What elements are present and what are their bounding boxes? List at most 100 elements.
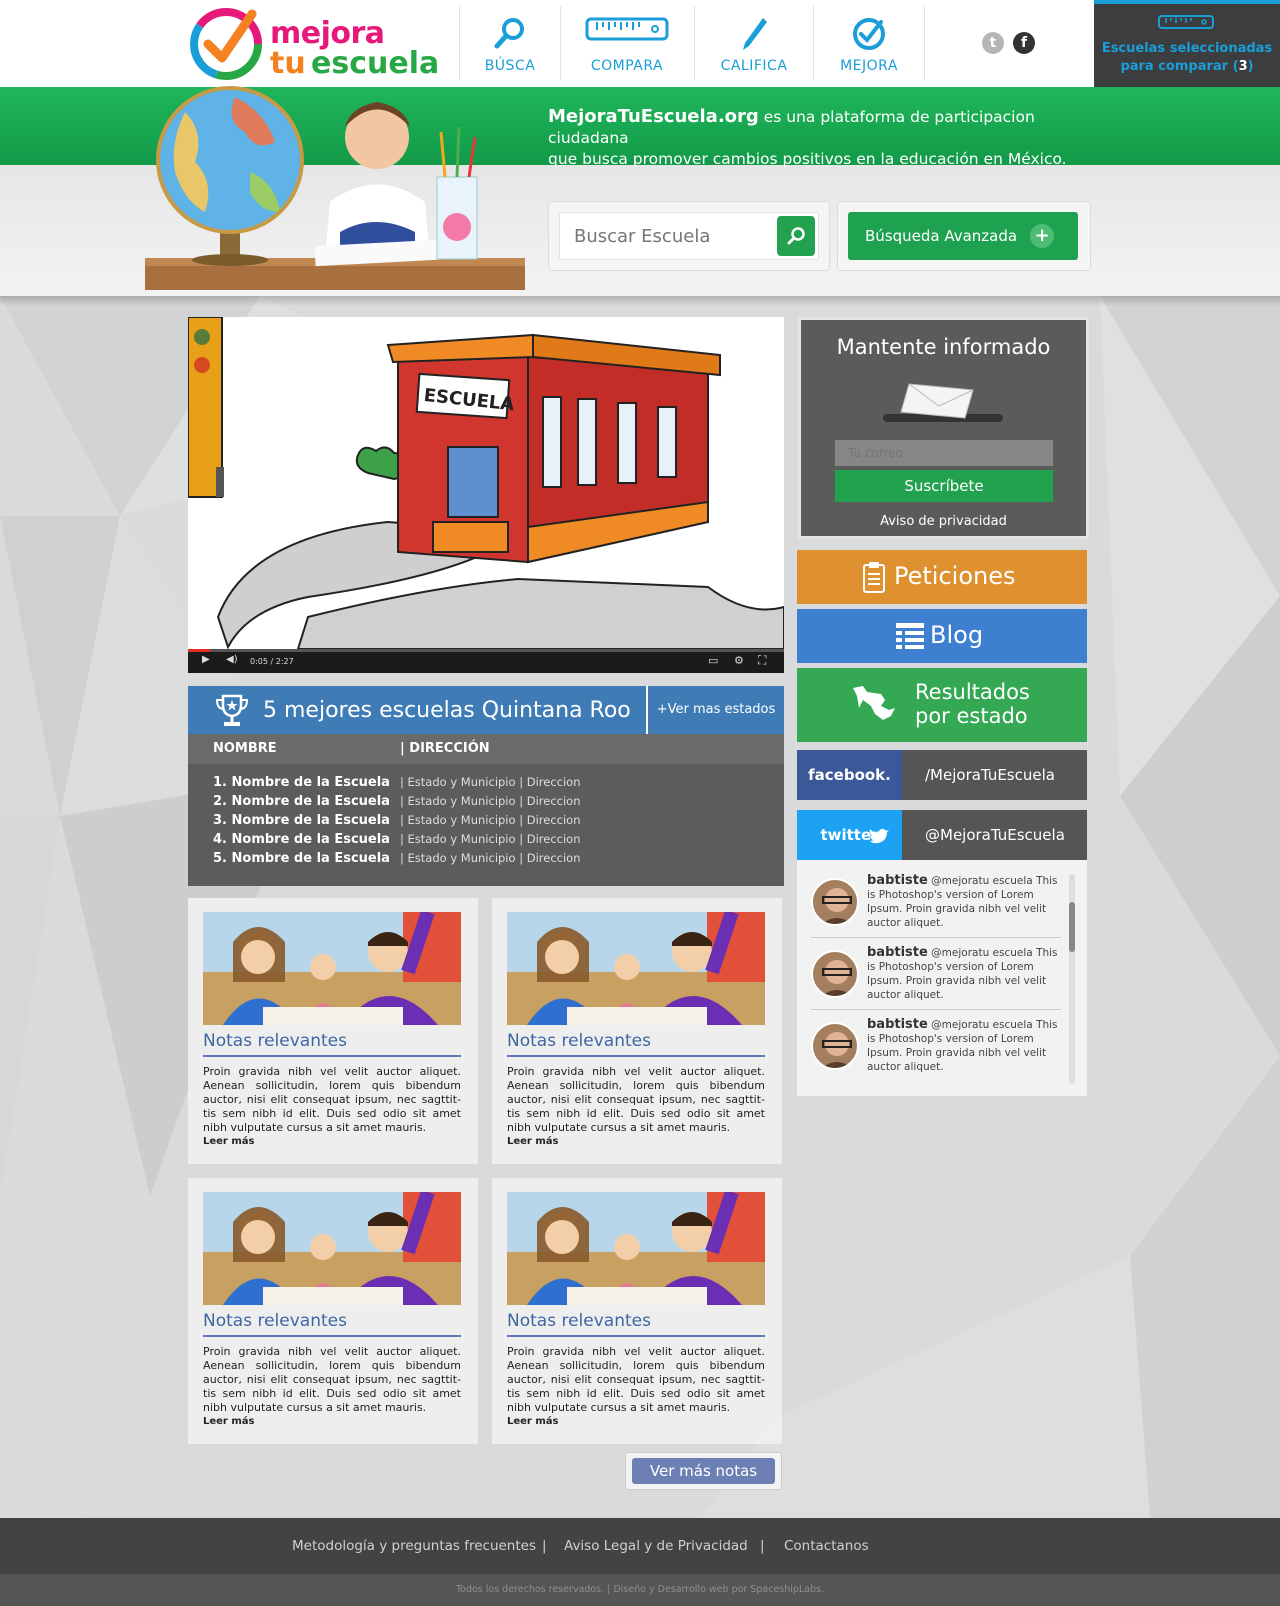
header: mejora tu escuela BÚSCA COMPARA CALIFICA…: [0, 0, 1280, 87]
facebook-icon[interactable]: f: [1013, 32, 1035, 54]
blog-label: Blog: [930, 621, 984, 649]
hero-tagline: MejoraTuEscuela.org es una plataforma de…: [548, 106, 1108, 170]
ranking-row[interactable]: 4. Nombre de la Escuela | Estado y Munici…: [188, 830, 784, 849]
subscribe-button[interactable]: Suscríbete: [835, 470, 1053, 502]
volume-icon[interactable]: ◀): [226, 654, 238, 665]
petitions-label: Peticiones: [894, 562, 1016, 590]
see-more-states-link[interactable]: +Ver mas estados: [646, 686, 784, 734]
play-icon[interactable]: ▶: [202, 654, 210, 665]
note-title[interactable]: Notas relevantes: [507, 1311, 651, 1331]
ranking-header: 5 mejores escuelas Quintana Roo +Ver mas…: [188, 686, 784, 734]
email-field[interactable]: [835, 440, 1053, 466]
video-progress-fill: [188, 649, 211, 652]
note-body: Proin gravida nibh vel velit auctor aliq…: [203, 1345, 461, 1414]
nav-compara[interactable]: COMPARA: [561, 0, 693, 87]
twitter-bar[interactable]: twitter @MejoraTuEscuela: [797, 810, 1087, 860]
avatar-face: [821, 960, 853, 996]
students-photo[interactable]: [203, 912, 461, 1025]
ranking-row[interactable]: 3. Nombre de la Escuela | Estado y Munici…: [188, 811, 784, 830]
compare-count: 3: [1238, 59, 1248, 74]
school-address: | Estado y Municipio | Direccion: [400, 832, 581, 846]
tweet-scrollbar[interactable]: [1069, 874, 1075, 1084]
nav-label: BÚSCA: [484, 58, 536, 74]
students-photo[interactable]: [507, 1192, 765, 1305]
nav-mejora[interactable]: MEJORA: [814, 0, 924, 87]
search-button[interactable]: [777, 216, 815, 256]
privacy-notice-link[interactable]: Aviso de privacidad: [801, 514, 1086, 529]
logo-text-escuela: escuela: [311, 46, 440, 81]
avatar[interactable]: [811, 1022, 859, 1070]
ranking-row[interactable]: 1. Nombre de la Escuela | Estado y Munici…: [188, 773, 784, 792]
twitter-icon[interactable]: t: [982, 32, 1004, 54]
read-more-link[interactable]: Leer más: [507, 1136, 558, 1147]
compare-selected-schools[interactable]: Escuelas seleccionadas para comparar (3): [1094, 0, 1280, 89]
plus-icon: +: [1030, 224, 1054, 248]
school-name: 5. Nombre de la Escuela: [213, 851, 390, 866]
tweet-text: babtiste @mejoratu escuela This is Photo…: [867, 1018, 1063, 1074]
logo[interactable]: mejora tu escuela: [188, 6, 439, 82]
note-card: Notas relevantes Proin gravida nibh vel …: [492, 1178, 782, 1444]
mexico-map-icon: [853, 686, 895, 720]
video-progress-bar[interactable]: [188, 649, 784, 652]
tweet-user[interactable]: babtiste: [867, 873, 928, 888]
clipboard-icon: [863, 562, 885, 593]
settings-gear-icon[interactable]: ⚙: [734, 654, 744, 667]
students-photo[interactable]: [203, 1192, 461, 1305]
petitions-tile[interactable]: Peticiones: [797, 550, 1087, 604]
copyright: Todos los derechos reservados. | Diseño …: [0, 1574, 1280, 1606]
note-divider: [203, 1335, 461, 1337]
avatar[interactable]: [811, 878, 859, 926]
logo-text-tu: tu: [270, 46, 306, 81]
tweet-item[interactable]: babtiste @mejoratu escuela This is Photo…: [811, 946, 1061, 1018]
nav-busca[interactable]: BÚSCA: [460, 0, 560, 87]
tweet-item[interactable]: babtiste @mejoratu escuela This is Photo…: [811, 874, 1061, 946]
ranking-table: NOMBRE | DIRECCIÓN 1. Nombre de la Escue…: [188, 734, 784, 886]
read-more-link[interactable]: Leer más: [203, 1136, 254, 1147]
compare-label: Escuelas seleccionadas para comparar (3): [1094, 40, 1280, 76]
read-more-link[interactable]: Leer más: [203, 1416, 254, 1427]
advanced-search-label: Búsqueda Avanzada: [865, 227, 1018, 245]
ruler-icon: [585, 17, 669, 41]
students-photo[interactable]: [507, 912, 765, 1025]
blog-tile[interactable]: Blog: [797, 609, 1087, 663]
note-card: Notas relevantes Proin gravida nibh vel …: [492, 898, 782, 1164]
results-by-state-tile[interactable]: Resultados por estado: [797, 668, 1087, 742]
magnifier-icon: [494, 18, 524, 49]
note-title[interactable]: Notas relevantes: [203, 1031, 347, 1051]
site-name: MejoraTuEscuela.org: [548, 106, 759, 127]
nav-califica[interactable]: CALIFICA: [695, 0, 813, 87]
note-title[interactable]: Notas relevantes: [203, 1311, 347, 1331]
ranking-row[interactable]: 2. Nombre de la Escuela | Estado y Munici…: [188, 792, 784, 811]
nav-label: COMPARA: [590, 58, 664, 74]
read-more-link[interactable]: Leer más: [507, 1416, 558, 1427]
captions-icon[interactable]: ▭: [708, 654, 718, 667]
trophy-icon: [215, 694, 249, 726]
hero-illustration: [145, 86, 525, 290]
tweet-item[interactable]: babtiste @mejoratu escuela This is Photo…: [811, 1018, 1061, 1090]
scrollbar-thumb[interactable]: [1069, 902, 1075, 952]
video-controls: ▶ ◀) 0:05 / 2:27 ▭ ⚙ ⛶: [188, 649, 784, 673]
facebook-bar[interactable]: facebook. /MejoraTuEscuela: [797, 750, 1087, 800]
twitter-bird-icon: [869, 828, 889, 844]
ranking-row[interactable]: 5. Nombre de la Escuela | Estado y Munici…: [188, 849, 784, 868]
avatar[interactable]: [811, 950, 859, 998]
note-card: Notas relevantes Proin gravida nibh vel …: [188, 898, 478, 1164]
tweet-user[interactable]: babtiste: [867, 1017, 928, 1032]
note-title[interactable]: Notas relevantes: [507, 1031, 651, 1051]
ruler-icon: [1158, 15, 1214, 29]
tweet-text: babtiste @mejoratu escuela This is Photo…: [867, 946, 1063, 1002]
footer-link-contact[interactable]: Contactanos: [784, 1538, 869, 1554]
tagline-line2: que busca promover cambios positivos en …: [548, 150, 1067, 168]
list-icon: [896, 623, 924, 649]
video-player[interactable]: ESCUELA ▶ ◀) 0:05 / 2:27 ▭ ⚙ ⛶: [188, 317, 784, 673]
video-frame-illustration: ESCUELA: [188, 317, 784, 649]
footer-link-methodology[interactable]: Metodología y preguntas frecuentes: [292, 1538, 536, 1554]
column-address: | DIRECCIÓN: [400, 741, 490, 756]
footer-link-legal[interactable]: Aviso Legal y de Privacidad: [564, 1538, 748, 1554]
more-notes-button[interactable]: Ver más notas: [632, 1458, 775, 1484]
fullscreen-icon[interactable]: ⛶: [758, 653, 766, 668]
advanced-search-button[interactable]: Búsqueda Avanzada +: [848, 212, 1078, 260]
tweet-user[interactable]: babtiste: [867, 945, 928, 960]
tweet-divider: [811, 1009, 1061, 1010]
school-name: 4. Nombre de la Escuela: [213, 832, 390, 847]
